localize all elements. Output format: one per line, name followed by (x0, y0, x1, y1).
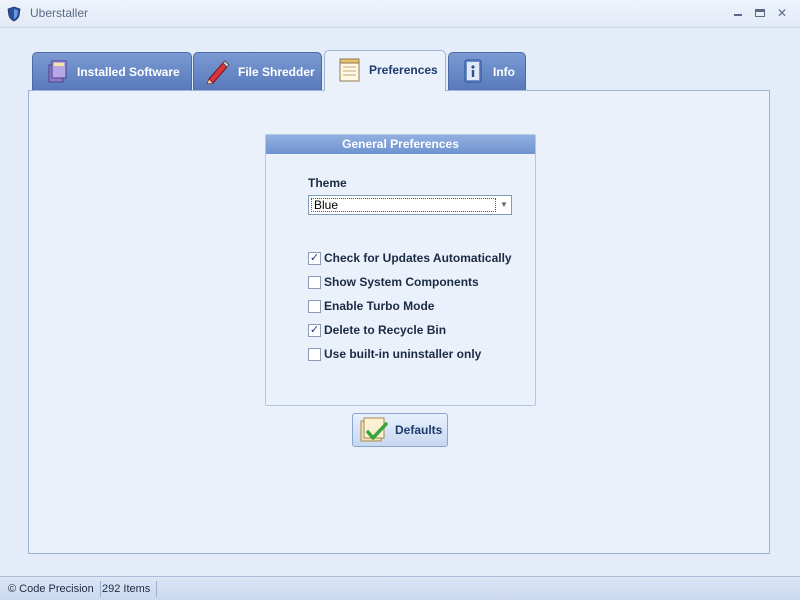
defaults-label: Defaults (395, 423, 443, 437)
checkbox-unchecked[interactable] (308, 276, 321, 289)
maximize-icon (755, 9, 765, 17)
status-bar: © Code Precision 292 Items (0, 576, 800, 600)
theme-value: Blue (311, 198, 496, 212)
checkbox-unchecked[interactable] (308, 300, 321, 313)
checkmark-folder-icon (360, 417, 388, 442)
tab-label: Preferences (369, 63, 438, 77)
option-label: Show System Components (324, 275, 479, 289)
tab-label: Installed Software (77, 65, 180, 79)
checkbox-checked[interactable]: ✓ (308, 324, 321, 337)
tab-label: Info (493, 65, 515, 79)
close-button[interactable]: ✕ (774, 5, 790, 21)
preferences-notepad-icon (339, 58, 360, 82)
minimize-icon (734, 14, 742, 16)
window-title: Uberstaller (30, 6, 89, 20)
defaults-button[interactable]: Defaults (352, 413, 448, 447)
checkbox-checked[interactable]: ✓ (308, 252, 321, 265)
status-copyright: © Code Precision (8, 581, 101, 597)
tab-info[interactable]: Info (448, 52, 526, 90)
option-label: Use built-in uninstaller only (324, 347, 482, 361)
tab-installed-software[interactable]: Installed Software (32, 52, 192, 90)
status-item-count: 292 Items (102, 581, 158, 597)
option-label: Enable Turbo Mode (324, 299, 435, 313)
theme-dropdown[interactable]: Blue ▼ (308, 195, 512, 215)
maximize-button[interactable] (752, 5, 768, 21)
option-label: Delete to Recycle Bin (324, 323, 447, 337)
general-preferences-group: General Preferences Theme Blue ▼ ✓ Check… (265, 134, 536, 406)
tab-preferences[interactable]: Preferences (324, 50, 446, 91)
preferences-panel: General Preferences Theme Blue ▼ ✓ Check… (28, 90, 770, 554)
tab-file-shredder[interactable]: File Shredder (193, 52, 322, 90)
theme-label: Theme (308, 176, 347, 190)
chevron-down-icon[interactable]: ▼ (497, 196, 511, 214)
tab-label: File Shredder (238, 65, 315, 79)
shredder-pencil-icon (206, 60, 230, 85)
checkbox-unchecked[interactable] (308, 348, 321, 361)
group-title: General Preferences (266, 135, 535, 154)
option-label: Check for Updates Automatically (324, 251, 512, 265)
info-icon (464, 59, 482, 83)
close-icon: ✕ (776, 6, 788, 20)
installer-box-icon (48, 60, 67, 83)
title-bar: Uberstaller ✕ (0, 0, 800, 28)
shield-app-icon (7, 6, 21, 22)
minimize-button[interactable] (730, 5, 746, 21)
